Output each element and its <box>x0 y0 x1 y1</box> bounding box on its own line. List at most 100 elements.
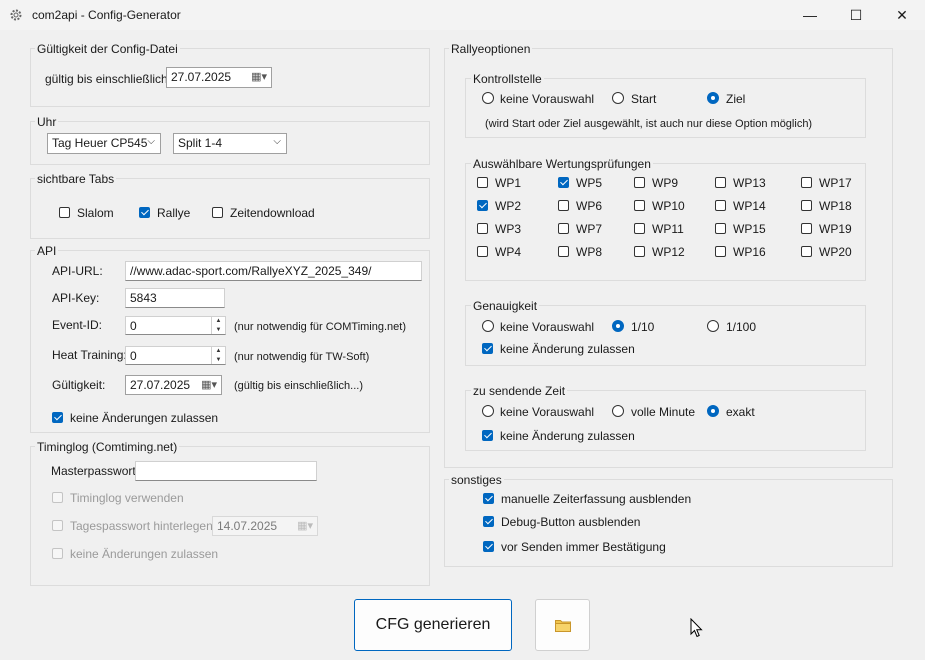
validity-group-title: Gültigkeit der Config-Datei <box>35 42 180 56</box>
checkbox-daily-password[interactable] <box>52 520 63 531</box>
label-sendtime-minute: volle Minute <box>631 405 696 419</box>
control-point-title: Kontrollstelle <box>471 72 544 86</box>
api-validity-label: Gültigkeit: <box>52 378 106 392</box>
checkbox-wp7[interactable] <box>558 223 569 234</box>
event-id-stepper[interactable]: 0 ▲ ▼ <box>125 316 226 335</box>
api-url-input[interactable]: //www.adac-sport.com/RallyeXYZ_2025_349/ <box>125 261 422 281</box>
label-wp7: WP7 <box>576 222 603 236</box>
calendar-icon[interactable]: ▦▾ <box>201 378 217 392</box>
daily-password-date-picker[interactable]: 14.07.2025 ▦▾ <box>212 516 318 536</box>
checkbox-wp17[interactable] <box>801 177 812 188</box>
accuracy-group <box>465 305 866 366</box>
label-confirm-send: vor Senden immer Bestätigung <box>501 540 666 554</box>
radio-control-none[interactable] <box>482 92 494 104</box>
generate-cfg-button[interactable]: CFG generieren <box>354 599 512 651</box>
checkbox-slalom[interactable] <box>59 207 70 218</box>
open-folder-button[interactable] <box>535 599 590 651</box>
checkbox-wp14[interactable] <box>715 200 726 211</box>
checkbox-wp4[interactable] <box>477 246 488 257</box>
clock-split-select[interactable]: Split 1-4 ⌵ <box>173 133 287 154</box>
label-rallye: Rallye <box>157 206 191 220</box>
title-bar: com2api - Config-Generator — ☐ ✕ <box>0 0 925 30</box>
checkbox-accuracy-lock[interactable] <box>482 343 493 354</box>
checkbox-wp5[interactable] <box>558 177 569 188</box>
checkbox-timinglog-lock[interactable] <box>52 548 63 559</box>
checkbox-wp19[interactable] <box>801 223 812 234</box>
calendar-icon[interactable]: ▦▾ <box>297 519 313 533</box>
label-wp19: WP19 <box>819 222 852 236</box>
radio-sendtime-none[interactable] <box>482 405 494 417</box>
api-key-input[interactable]: 5843 <box>125 288 225 308</box>
checkbox-wp8[interactable] <box>558 246 569 257</box>
label-sendtime-exact: exakt <box>726 405 755 419</box>
spin-up-icon[interactable]: ▲ <box>212 317 225 326</box>
calendar-icon[interactable]: ▦▾ <box>251 70 267 84</box>
spin-down-icon[interactable]: ▼ <box>212 326 225 335</box>
checkbox-wp15[interactable] <box>715 223 726 234</box>
event-id-spin[interactable]: ▲ ▼ <box>211 317 225 334</box>
label-wp17: WP17 <box>819 176 852 190</box>
checkbox-wp9[interactable] <box>634 177 645 188</box>
checkbox-wp16[interactable] <box>715 246 726 257</box>
checkbox-wp11[interactable] <box>634 223 645 234</box>
spin-up-icon[interactable]: ▲ <box>212 347 225 356</box>
checkbox-wp20[interactable] <box>801 246 812 257</box>
minimize-icon: — <box>803 7 817 23</box>
radio-sendtime-exact[interactable] <box>707 405 719 417</box>
timinglog-group-title: Timinglog (Comtiming.net) <box>35 440 180 454</box>
chevron-down-icon: ⌵ <box>273 136 281 147</box>
radio-accuracy-tenth[interactable] <box>612 320 624 332</box>
clock-split-value: Split 1-4 <box>178 136 223 150</box>
checkbox-wp18[interactable] <box>801 200 812 211</box>
checkbox-wp13[interactable] <box>715 177 726 188</box>
label-sendtime-none: keine Vorauswahl <box>500 405 595 419</box>
clock-model-select[interactable]: Tag Heuer CP545 ⌵ <box>47 133 161 154</box>
validity-date-picker[interactable]: 27.07.2025 ▦▾ <box>166 67 272 88</box>
clock-model-value: Tag Heuer CP545 <box>52 136 148 150</box>
label-timinglog-lock: keine Änderungen zulassen <box>70 547 219 561</box>
radio-sendtime-minute[interactable] <box>612 405 624 417</box>
checkbox-hide-debug[interactable] <box>483 516 494 527</box>
tabs-group-title: sichtbare Tabs <box>35 172 117 186</box>
checkbox-download[interactable] <box>212 207 223 218</box>
checkbox-api-lock[interactable] <box>52 412 63 423</box>
misc-title: sonstiges <box>449 473 504 487</box>
radio-control-start[interactable] <box>612 92 624 104</box>
label-wp1: WP1 <box>495 176 522 190</box>
checkbox-wp10[interactable] <box>634 200 645 211</box>
label-accuracy-tenth: 1/10 <box>631 320 655 334</box>
minimize-button[interactable]: — <box>787 0 833 30</box>
checkbox-confirm-send[interactable] <box>483 541 494 552</box>
checkbox-rallye[interactable] <box>139 207 150 218</box>
spin-down-icon[interactable]: ▼ <box>212 356 225 365</box>
checkbox-wp1[interactable] <box>477 177 488 188</box>
checkbox-timinglog-use[interactable] <box>52 492 63 503</box>
rally-options-title: Rallyeoptionen <box>449 42 533 56</box>
label-timinglog-use: Timinglog verwenden <box>70 491 184 505</box>
close-icon: ✕ <box>896 6 908 23</box>
label-wp2: WP2 <box>495 199 522 213</box>
heat-training-label: Heat Training: <box>52 348 127 362</box>
checkbox-sendtime-lock[interactable] <box>482 430 493 441</box>
control-point-note: (wird Start oder Ziel ausgewählt, ist au… <box>485 118 813 130</box>
heat-training-spin[interactable]: ▲ ▼ <box>211 347 225 364</box>
label-wp11: WP11 <box>652 222 684 236</box>
close-button[interactable]: ✕ <box>879 0 925 30</box>
label-wp15: WP15 <box>733 222 766 236</box>
checkbox-wp6[interactable] <box>558 200 569 211</box>
heat-training-stepper[interactable]: 0 ▲ ▼ <box>125 346 226 365</box>
label-hide-debug: Debug-Button ausblenden <box>501 515 641 529</box>
checkbox-wp3[interactable] <box>477 223 488 234</box>
radio-accuracy-hundredth[interactable] <box>707 320 719 332</box>
radio-control-finish[interactable] <box>707 92 719 104</box>
api-validity-date-picker[interactable]: 27.07.2025 ▦▾ <box>125 375 222 395</box>
checkbox-wp12[interactable] <box>634 246 645 257</box>
radio-accuracy-none[interactable] <box>482 320 494 332</box>
checkbox-wp2[interactable] <box>477 200 488 211</box>
label-wp14: WP14 <box>733 199 766 213</box>
masterpassword-input[interactable] <box>135 461 317 481</box>
label-wp9: WP9 <box>652 176 679 190</box>
checkbox-hide-manual[interactable] <box>483 493 494 504</box>
validity-date: 27.07.2025 <box>171 70 232 84</box>
maximize-button[interactable]: ☐ <box>833 0 879 30</box>
